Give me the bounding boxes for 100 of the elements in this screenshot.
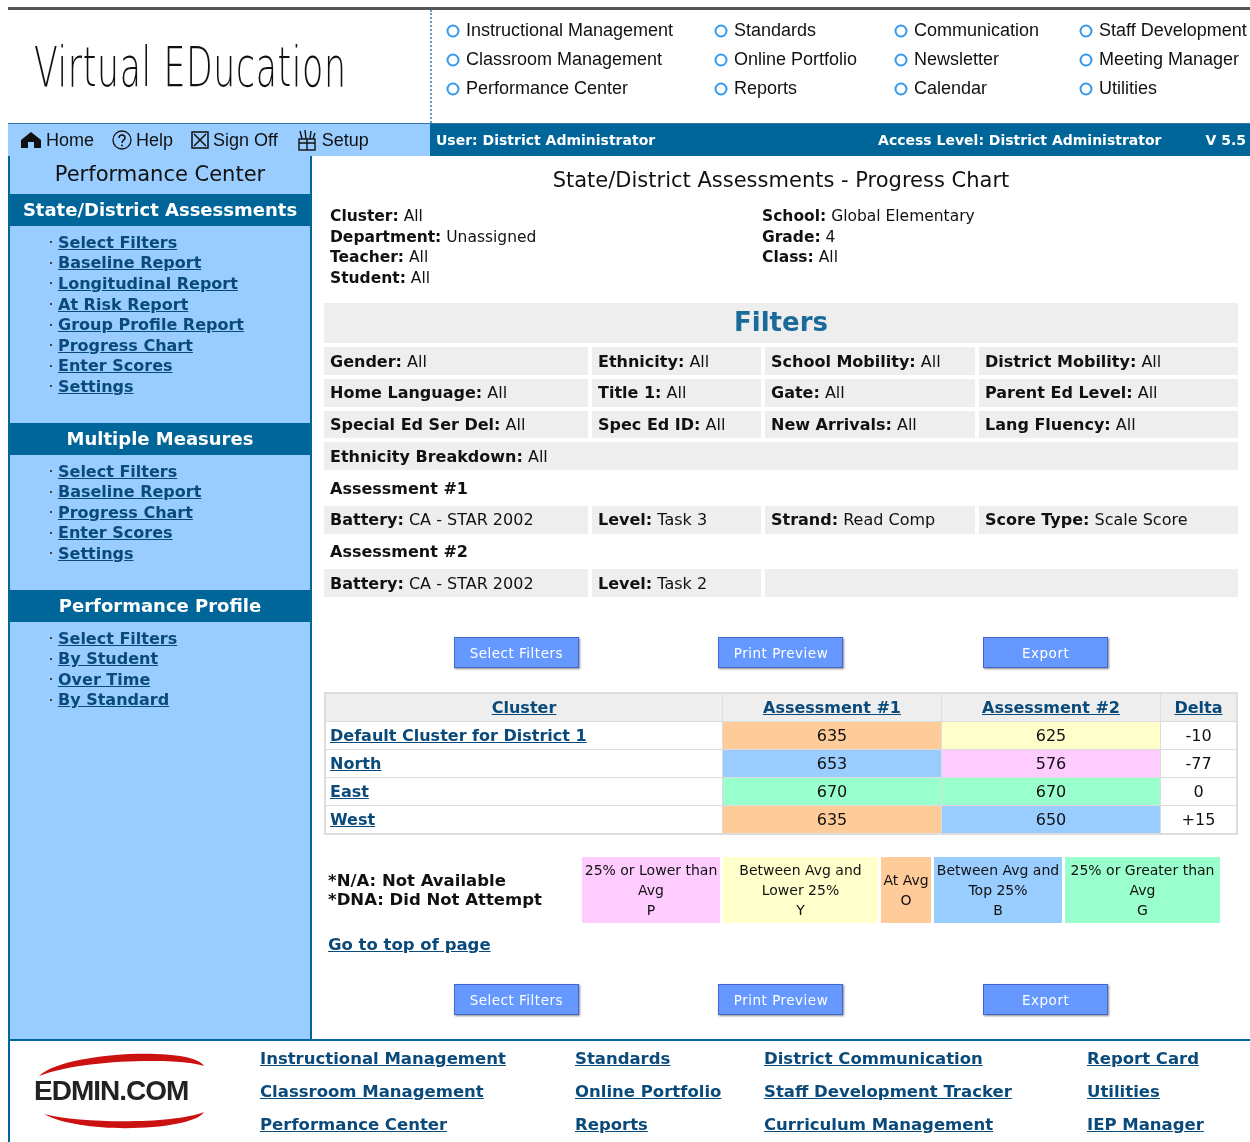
user-text: User: District Administrator [436,132,656,148]
filter-cell: Ethnicity Breakdown: All [324,442,1238,471]
sidebar-link[interactable]: Over Time [58,669,151,689]
footer-link[interactable]: Utilities [1087,1082,1204,1101]
sidebar-link[interactable]: By Student [58,649,159,669]
circle-icon [446,81,460,96]
footer-link[interactable]: Online Portfolio [575,1082,764,1101]
sidebar-title: Performance Center [53,161,267,188]
toolbar-link[interactable]: Help [112,129,174,151]
sidebar-link[interactable]: Group Profile Report [58,315,244,335]
menu-link[interactable]: Online Portfolio [714,49,894,70]
sidebar-link[interactable]: Settings [58,376,134,396]
menu-link[interactable]: Standards [714,20,894,41]
info-field: School: Global Elementary [762,206,975,227]
filter-cell: Home Language: All [324,379,588,407]
sidebar-link[interactable]: Enter Scores [58,523,173,543]
row-label-link[interactable]: North [330,754,382,774]
filter-cell: Battery: CA - STAR 2002 [324,505,588,534]
sidebar-link[interactable]: Settings [58,543,134,563]
footer-link[interactable]: Performance Center [260,1115,575,1134]
legend-swatch: Between Avg and Lower 25% Y [723,857,878,924]
sidebar-link[interactable]: Progress Chart [58,335,193,355]
filter-cell: Lang Fluency: All [979,410,1238,439]
section-header: Performance Profile [10,589,310,622]
score-cell: 650 [941,805,1161,835]
toolbar-link[interactable]: Sign Off [191,129,278,151]
sidebar-link[interactable]: At Risk Report [58,294,189,314]
sidebar-link[interactable]: Baseline Report [58,253,202,273]
sidebar-link[interactable]: Select Filters [58,461,178,481]
menu-link[interactable]: Classroom Management [446,49,714,70]
version-text: V 5.5 [1205,132,1246,148]
assessment-heading: Assessment #2 [329,540,469,563]
footer-link[interactable]: Standards [575,1049,764,1068]
menu-link[interactable]: Instructional Management [446,20,714,41]
sidebar-link[interactable]: Enter Scores [58,356,173,376]
footer-link[interactable]: Report Card [1087,1049,1204,1068]
info-field: Department: Unassigned [330,226,762,248]
legend-swatch: Between Avg and Top 25% B [934,857,1062,924]
filter-cell: Level: Task 2 [592,569,761,598]
circle-icon [714,23,728,38]
filter-cell: Score Type: Scale Score [979,505,1238,534]
toolbar-link[interactable]: Home [20,129,94,151]
info-field: Teacher: All [330,247,762,269]
footer-link[interactable]: Curriculum Management [764,1115,1087,1134]
footer-link[interactable]: Reports [575,1115,764,1134]
footer-link[interactable]: Classroom Management [260,1082,575,1101]
score-cell: 635 [722,721,942,750]
circle-icon [446,23,460,38]
menu-link[interactable]: Meeting Manager [1079,49,1247,70]
circle-icon [894,81,908,96]
sidebar-link[interactable]: Select Filters [58,232,178,252]
help-icon [112,130,132,150]
filter-cell: Level: Task 3 [592,505,761,534]
menu-link[interactable]: Staff Development [1079,20,1247,41]
menu-link[interactable]: Communication [894,20,1079,41]
section-header: Multiple Measures [10,422,310,455]
filter-cell: New Arrivals: All [765,410,975,439]
menu-link[interactable]: Utilities [1079,78,1247,99]
menu-link[interactable]: Newsletter [894,49,1079,70]
filter-cell: Parent Ed Level: All [979,379,1238,407]
score-cell: 576 [941,749,1161,778]
section-header: State/District Assessments [10,194,310,226]
menu-link[interactable]: Performance Center [446,78,714,99]
legend-swatch: 25% or Greater than Avg G [1065,857,1220,924]
toolbar-link[interactable]: Setup [295,129,369,151]
sidebar-link[interactable]: Select Filters [58,628,178,648]
sidebar-link[interactable]: Longitudinal Report [58,274,238,293]
top-of-page-link[interactable]: Go to top of page [328,935,491,955]
filter-cell: Strand: Read Comp [765,505,975,534]
footer-link[interactable]: Staff Development Tracker [764,1082,1087,1101]
row-label-link[interactable]: West [330,810,376,830]
footer-link[interactable]: IEP Manager [1087,1115,1204,1134]
filter-cell: School Mobility: All [765,347,975,375]
sidebar-link[interactable]: Progress Chart [58,502,193,522]
menu-link[interactable]: Calendar [894,78,1079,99]
circle-icon [1079,52,1093,67]
score-cell: 625 [941,721,1161,750]
note-text: *N/A: Not Available [328,871,507,891]
row-label-link[interactable]: East [330,782,369,802]
sidebar-link[interactable]: Baseline Report [58,482,202,502]
filter-cell: Title 1: All [592,379,761,407]
sidebar-link[interactable]: By Standard [58,690,170,710]
circle-icon [894,23,908,38]
legend-swatch: 25% or Lower than Avg P [582,857,720,924]
column-header-link[interactable]: Cluster [491,698,557,718]
circle-icon [714,81,728,96]
footer-link[interactable]: District Communication [764,1049,1087,1068]
menu-link[interactable]: Reports [714,78,894,99]
access-level-text: Access Level: District Administrator [878,132,1162,148]
circle-icon [714,52,728,67]
edmin-logo: EDMIN.COM [10,1041,260,1141]
score-cell: 670 [722,777,942,806]
info-field: Cluster: All [330,206,762,227]
info-field: Grade: 4 [762,226,975,248]
score-cell: 635 [722,805,942,835]
filters-heading: Filters [324,302,1238,344]
close-box-icon [191,131,210,149]
footer-link[interactable]: Instructional Management [260,1049,575,1068]
toolbox-icon [295,129,318,151]
info-field: Student: All [330,268,762,289]
